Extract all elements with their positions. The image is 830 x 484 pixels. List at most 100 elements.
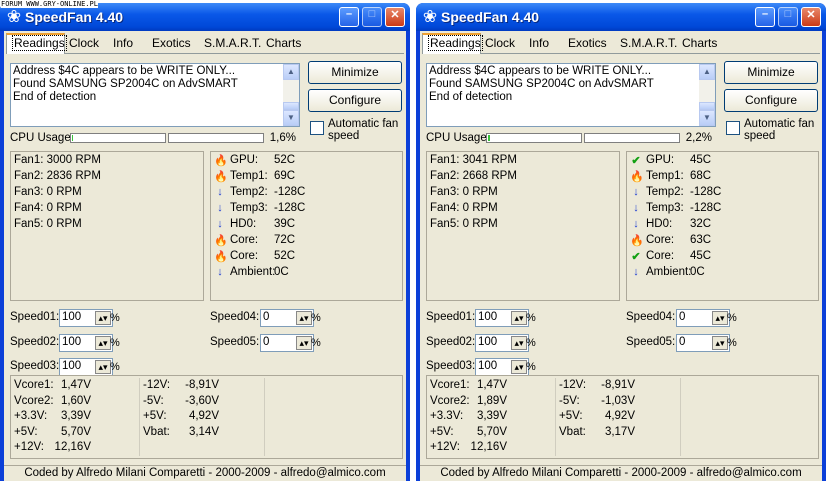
cpu-usage-percent: 2,2% [685, 132, 712, 144]
tab-smart[interactable]: S.M.A.R.T. [200, 35, 262, 53]
fan-reading: Fan2: 2836 RPM [14, 170, 101, 182]
scroll-up-icon[interactable]: ▲ [283, 64, 299, 80]
percent-sign: % [727, 337, 737, 349]
spin-arrows-icon[interactable]: ▴▾ [511, 360, 527, 374]
fan-reading: Fan1: 3000 RPM [14, 154, 101, 166]
tab-exotics[interactable]: Exotics [564, 35, 616, 53]
temperature-name: GPU: [646, 154, 675, 166]
log-line: Found SAMSUNG SP2004C on AdvSMART [429, 78, 654, 90]
spin-arrows-icon[interactable]: ▴▾ [712, 311, 728, 325]
scroll-thumb[interactable] [283, 102, 299, 110]
close-window-button[interactable]: ✕ [801, 7, 821, 27]
tab-readings[interactable]: Readings [6, 33, 67, 54]
voltage-value: 1,47V [60, 379, 91, 391]
close-window-icon: ✕ [390, 9, 400, 21]
speed-02-spinner[interactable]: 100 ▴▾ [475, 334, 529, 352]
spin-arrows-icon[interactable]: ▴▾ [712, 336, 728, 350]
percent-sign: % [110, 312, 120, 324]
minimize-window-button[interactable]: – [339, 7, 359, 27]
speed-05-spinner[interactable]: 0 ▴▾ [260, 334, 314, 352]
fan-reading: Fan3: 0 RPM [14, 186, 82, 198]
watermark: FORUM WWW.GRY-ONLINE.PL [1, 0, 98, 8]
title-bar[interactable]: ❀ SpeedFan 4.40 – □ ✕ [416, 3, 826, 31]
configure-button[interactable]: Configure [308, 89, 402, 112]
maximize-window-button[interactable]: □ [778, 7, 798, 27]
speed-02-spinner[interactable]: 100 ▴▾ [59, 334, 113, 352]
tab-info[interactable]: Info [109, 35, 148, 53]
scroll-thumb[interactable] [699, 102, 715, 110]
speed-value: 0 [679, 311, 686, 323]
tab-label: Clock [485, 36, 516, 50]
scroll-down-icon[interactable]: ▼ [699, 110, 715, 126]
speed-03-spinner[interactable]: 100 ▴▾ [475, 358, 529, 376]
tab-smart[interactable]: S.M.A.R.T. [616, 35, 678, 53]
speed-03-spinner[interactable]: 100 ▴▾ [59, 358, 113, 376]
arrow-down-icon: ↓ [217, 186, 223, 198]
log-line: Address $4C appears to be WRITE ONLY... [429, 65, 652, 77]
configure-button[interactable]: Configure [724, 89, 818, 112]
tab-label: Info [113, 36, 134, 50]
spin-arrows-icon[interactable]: ▴▾ [511, 311, 527, 325]
spin-arrows-icon[interactable]: ▴▾ [95, 336, 111, 350]
log-scrollbar[interactable]: ▲ ▼ [699, 64, 715, 126]
tab-exotics[interactable]: Exotics [148, 35, 200, 53]
spin-arrows-icon[interactable]: ▴▾ [95, 360, 111, 374]
speed-value: 0 [263, 336, 270, 348]
log-scrollbar[interactable]: ▲ ▼ [283, 64, 299, 126]
fire-icon: 🔥 [214, 155, 228, 167]
temperature-value: 68C [690, 170, 712, 182]
temperature-panel: ✔ GPU: 45C 🔥 Temp1: 68C ↓ Temp2: -128C ↓ Temp3: -12… [626, 151, 819, 301]
scroll-up-icon[interactable]: ▲ [699, 64, 715, 80]
maximize-window-button[interactable]: □ [362, 7, 382, 27]
cpu-usage-bar-1 [486, 133, 582, 143]
tab-info[interactable]: Info [525, 35, 564, 53]
spin-arrows-icon[interactable]: ▴▾ [296, 311, 312, 325]
speed-label: Speed04: [626, 311, 676, 323]
tab-readings[interactable]: Readings [422, 33, 483, 54]
speed-01-spinner[interactable]: 100 ▴▾ [59, 309, 113, 327]
minimize-button[interactable]: Minimize [724, 61, 818, 84]
temperature-value: 32C [690, 218, 712, 230]
voltage-value: 5,70V [60, 425, 91, 438]
log-memo[interactable]: Address $4C appears to be WRITE ONLY... F… [10, 63, 300, 127]
maximize-window-icon: □ [784, 8, 792, 20]
log-memo[interactable]: Address $4C appears to be WRITE ONLY... F… [426, 63, 716, 127]
automatic-fan-speed-checkbox[interactable] [310, 121, 324, 135]
speed-04-spinner[interactable]: 0 ▴▾ [260, 309, 314, 327]
scroll-down-icon[interactable]: ▼ [283, 110, 299, 126]
speed-label: Speed01: [426, 311, 476, 323]
spin-arrows-icon[interactable]: ▴▾ [296, 336, 312, 350]
tab-clock[interactable]: Clock [481, 35, 525, 53]
voltage-name: Vbat: [143, 425, 170, 438]
tab-label: Readings [428, 35, 483, 51]
minimize-window-button[interactable]: – [755, 7, 775, 27]
fan-reading: Fan2: 2668 RPM [430, 170, 517, 182]
check-icon: ✔ [631, 155, 641, 167]
automatic-fan-speed-checkbox[interactable] [726, 121, 740, 135]
speed-05-spinner[interactable]: 0 ▴▾ [676, 334, 730, 352]
temperature-name: HD0: [646, 218, 673, 230]
fan-reading: Fan4: 0 RPM [14, 202, 82, 214]
voltage-panel: Vcore1: 1,47V Vcore2: 1,60V +3.3V: 3,39V +5V: 5… [10, 375, 403, 459]
voltage-name: -5V: [143, 394, 164, 407]
percent-sign: % [727, 312, 737, 324]
speed-01-spinner[interactable]: 100 ▴▾ [475, 309, 529, 327]
minimize-button[interactable]: Minimize [308, 61, 402, 84]
temperature-value: 72C [274, 234, 296, 246]
tab-charts[interactable]: Charts [262, 35, 302, 53]
minimize-window-icon: – [345, 8, 353, 20]
voltage-name: -12V: [143, 379, 171, 391]
tab-label: S.M.A.R.T. [204, 36, 262, 50]
tab-label: Charts [682, 36, 718, 50]
tab-label: Exotics [152, 36, 191, 50]
speed-04-spinner[interactable]: 0 ▴▾ [676, 309, 730, 327]
tab-charts[interactable]: Charts [678, 35, 718, 53]
tab-clock[interactable]: Clock [65, 35, 109, 53]
voltage-name: +5V: [14, 425, 38, 438]
close-window-button[interactable]: ✕ [385, 7, 405, 27]
percent-sign: % [526, 312, 536, 324]
temperature-value: -128C [274, 186, 306, 198]
speed-value: 100 [478, 311, 498, 323]
spin-arrows-icon[interactable]: ▴▾ [95, 311, 111, 325]
spin-arrows-icon[interactable]: ▴▾ [511, 336, 527, 350]
